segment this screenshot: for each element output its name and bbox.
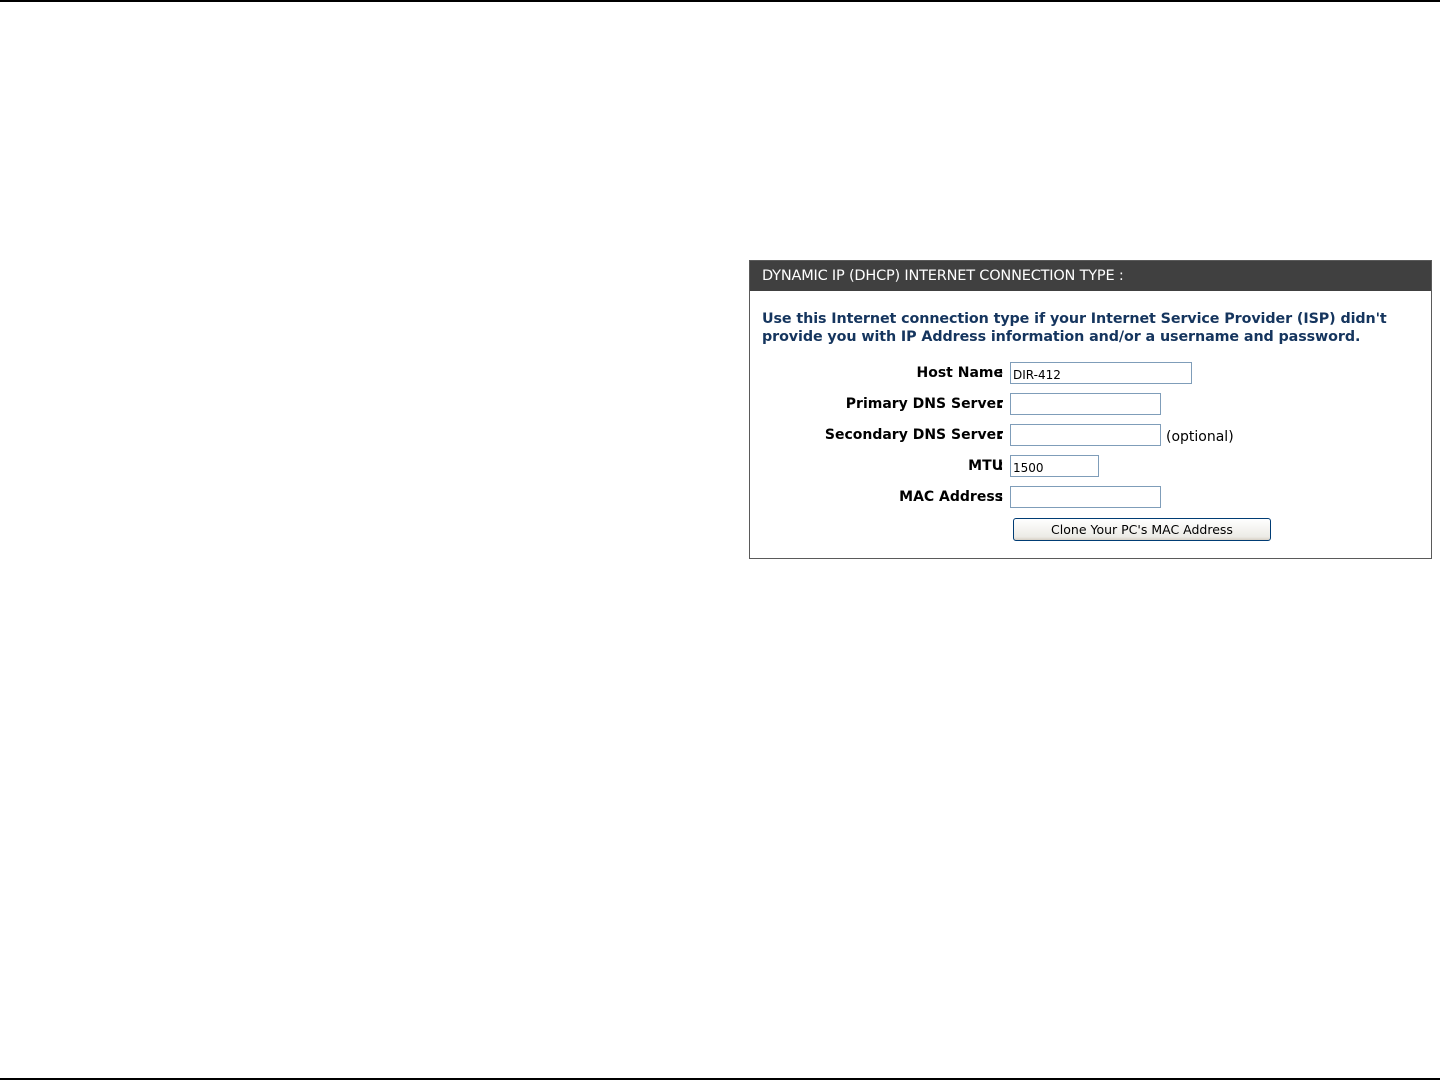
secondary-dns-input[interactable] <box>1010 424 1161 446</box>
secondary-dns-colon: : <box>998 427 1004 443</box>
panel-description: Use this Internet connection type if you… <box>762 311 1387 345</box>
primary-dns-input[interactable] <box>1010 393 1161 415</box>
mac-address-colon: : <box>998 489 1004 505</box>
panel-title: DYNAMIC IP (DHCP) INTERNET CONNECTION TY… <box>750 261 1431 291</box>
host-name-input[interactable] <box>1010 362 1192 384</box>
secondary-dns-label: Secondary DNS Server <box>824 427 1003 443</box>
host-name-label: Host Name <box>916 365 1003 381</box>
top-rule <box>0 0 1440 2</box>
primary-dns-label: Primary DNS Server <box>845 396 1003 412</box>
optional-hint: (optional) <box>1166 429 1234 445</box>
mtu-input[interactable] <box>1010 455 1099 477</box>
host-name-colon: : <box>998 365 1004 381</box>
primary-dns-colon: : <box>998 396 1004 412</box>
mac-address-input[interactable] <box>1010 486 1161 508</box>
mac-address-row: MAC Address : <box>750 485 1433 511</box>
host-name-row: Host Name : <box>750 361 1433 387</box>
bottom-rule <box>0 1078 1440 1080</box>
dhcp-connection-panel: DYNAMIC IP (DHCP) INTERNET CONNECTION TY… <box>749 260 1432 559</box>
clone-mac-address-button[interactable]: Clone Your PC's MAC Address <box>1013 518 1271 541</box>
mtu-row: MTU : <box>750 454 1433 480</box>
mac-address-label: MAC Address <box>899 489 1003 505</box>
mtu-colon: : <box>998 458 1004 474</box>
primary-dns-row: Primary DNS Server : <box>750 392 1433 418</box>
secondary-dns-row: Secondary DNS Server : (optional) <box>750 423 1433 449</box>
